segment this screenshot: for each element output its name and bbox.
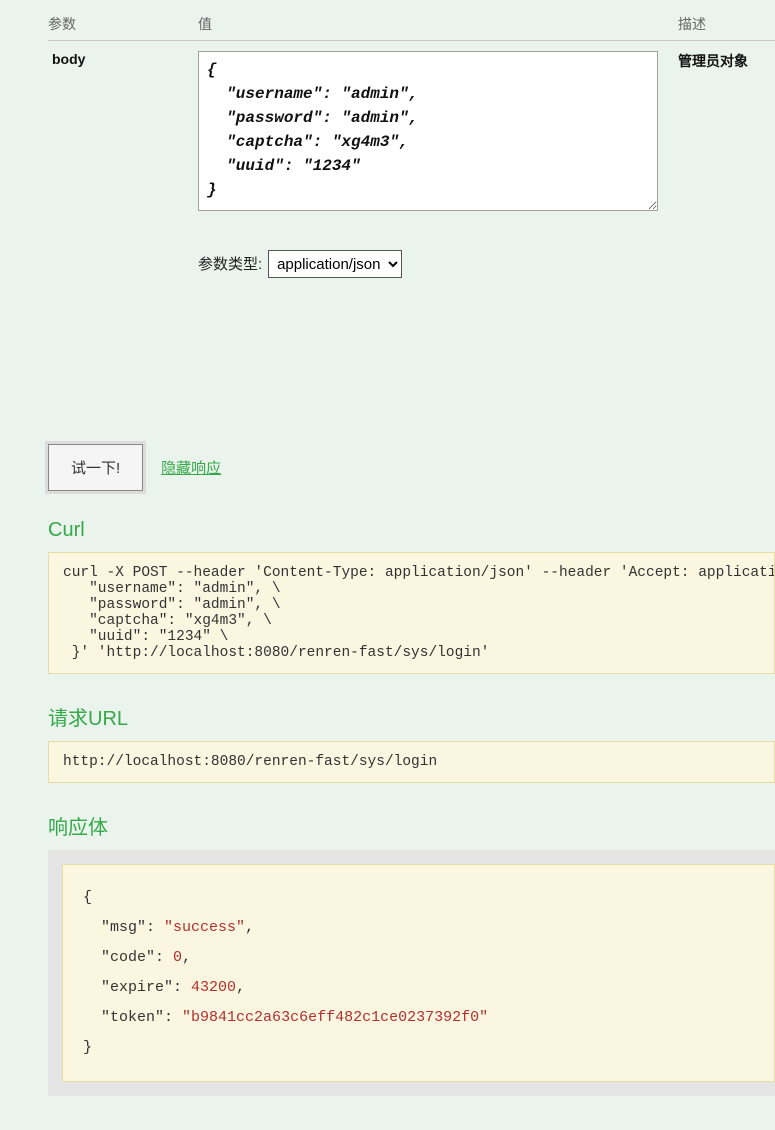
hide-response-link[interactable]: 隐藏响应: [161, 457, 221, 478]
param-type-select[interactable]: application/json: [268, 250, 402, 278]
param-desc: 管理员对象: [678, 53, 748, 69]
body-textarea[interactable]: [198, 51, 658, 211]
response-body-heading: 响应体: [48, 811, 775, 840]
param-type-label: 参数类型:: [198, 256, 262, 273]
request-url-heading: 请求URL: [48, 702, 775, 731]
response-body-block: { "msg": "success", "code": 0, "expire":…: [62, 864, 775, 1082]
curl-block: curl -X POST --header 'Content-Type: app…: [48, 552, 775, 674]
col-desc: 描述: [678, 10, 775, 41]
try-it-button[interactable]: 试一下!: [48, 444, 143, 491]
col-value: 值: [198, 10, 678, 41]
param-name: body: [48, 51, 85, 67]
param-row-body: body 参数类型: application/json 管理员对象: [48, 41, 775, 285]
params-table: 参数 值 描述 body 参数类型: application/json: [48, 10, 775, 284]
request-url-block: http://localhost:8080/renren-fast/sys/lo…: [48, 741, 775, 783]
col-param: 参数: [48, 10, 198, 41]
curl-heading: Curl: [48, 519, 775, 542]
